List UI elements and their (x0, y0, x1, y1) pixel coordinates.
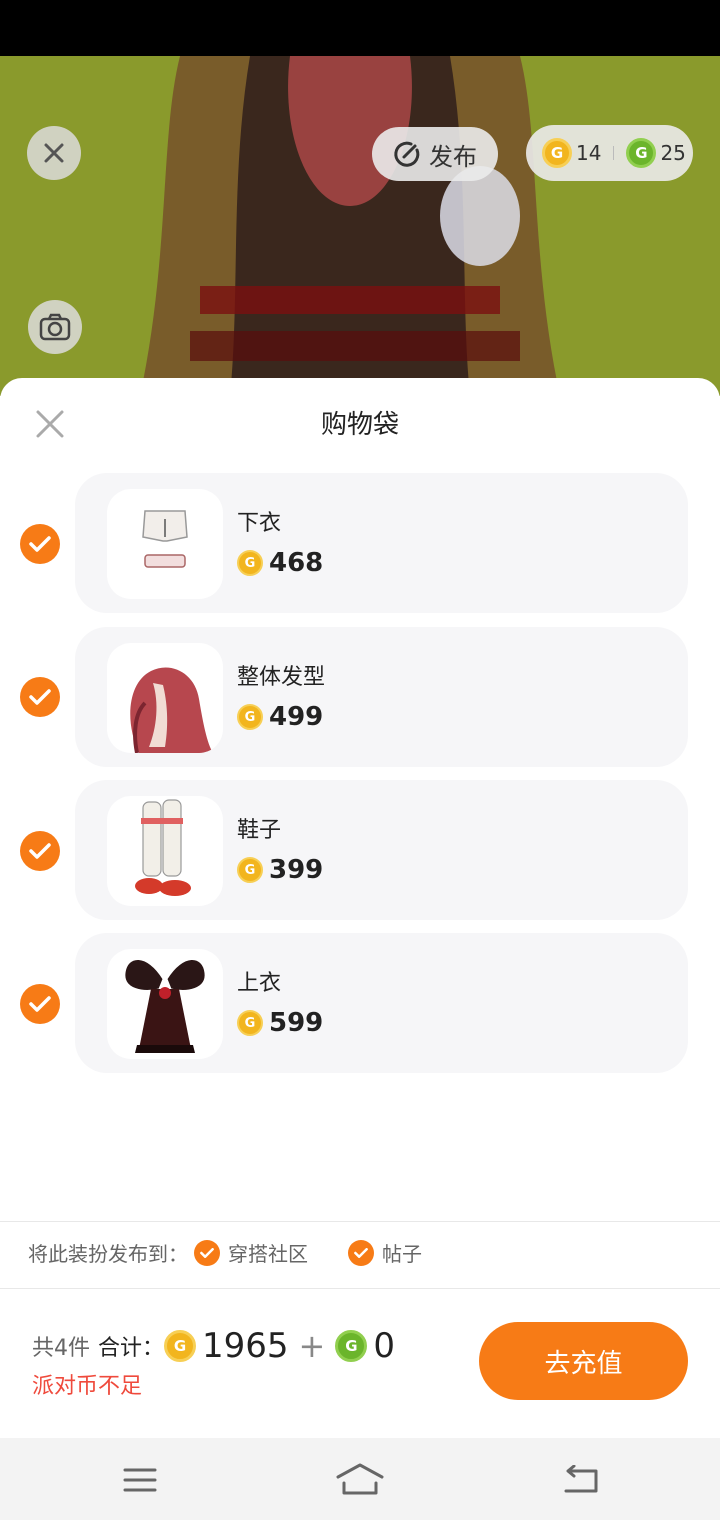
gold-balance: 14 (576, 141, 602, 165)
sheet-title: 购物袋 (320, 410, 399, 440)
cart-item[interactable]: 鞋子 G 399 (75, 780, 688, 920)
item-name: 下衣 (237, 511, 282, 536)
close-icon (44, 143, 64, 163)
item-name: 整体发型 (237, 665, 326, 690)
post-checkbox[interactable] (348, 1239, 374, 1266)
gold-total: 1965 (202, 1326, 289, 1366)
item-count: 共4件 (32, 1336, 90, 1361)
status-bar (0, 0, 720, 56)
check-icon (29, 536, 51, 552)
publish-label: 发布 (429, 142, 477, 171)
back-nav-button[interactable] (556, 1460, 604, 1500)
item-thumbnail (107, 489, 223, 599)
community-option-label[interactable]: 穿搭社区 (228, 1238, 308, 1267)
post-option-label[interactable]: 帖子 (382, 1238, 422, 1267)
avatar-figure (140, 56, 560, 396)
item-price: G 399 (237, 855, 323, 885)
home-nav-button[interactable] (336, 1460, 384, 1500)
item-checkbox[interactable] (20, 524, 60, 564)
total-label: 合计： (98, 1336, 165, 1361)
back-icon (564, 1465, 598, 1493)
gold-coin-icon: G (237, 857, 263, 883)
item-price-value: 599 (269, 1008, 324, 1038)
cart-item[interactable]: 下衣 G 468 (75, 473, 688, 613)
item-price: G 468 (237, 548, 323, 578)
green-balance: 25 (660, 141, 686, 165)
green-coin-icon: G (335, 1330, 368, 1362)
camera-button[interactable] (28, 300, 82, 354)
publish-to-row: 将此装扮发布到： 穿搭社区 帖子 (28, 1238, 422, 1267)
item-checkbox[interactable] (20, 831, 60, 871)
gold-coin-icon: G (237, 704, 263, 730)
green-total: 0 (373, 1326, 395, 1366)
bottoms-image (142, 510, 188, 568)
publish-icon (394, 141, 420, 167)
system-nav-bar (0, 1438, 720, 1520)
divider (0, 1288, 720, 1289)
recharge-button[interactable]: 去充值 (479, 1322, 688, 1400)
avatar-preview (0, 56, 720, 396)
menu-nav-button[interactable] (116, 1460, 164, 1500)
item-name: 上衣 (237, 971, 282, 996)
publish-button[interactable]: 发布 (372, 127, 498, 181)
check-icon (200, 1247, 214, 1258)
close-preview-button[interactable] (27, 126, 81, 180)
hair-image (130, 667, 213, 753)
balance-pill[interactable]: G 14 G 25 (526, 125, 693, 181)
green-coin-icon: G (626, 138, 657, 168)
order-summary: 共4件 合计： G 1965 + G 0 派对币不足 (32, 1326, 401, 1400)
camera-icon (39, 313, 71, 341)
item-price-value: 399 (269, 855, 324, 885)
publish-to-label: 将此装扮发布到： (28, 1242, 188, 1266)
gold-coin-icon: G (164, 1330, 197, 1362)
item-price: G 599 (237, 1008, 323, 1038)
item-price-value: 468 (269, 548, 324, 578)
top-image (124, 959, 206, 1053)
community-checkbox[interactable] (194, 1239, 220, 1266)
check-icon (29, 689, 51, 705)
item-checkbox[interactable] (20, 677, 60, 717)
item-name: 鞋子 (237, 818, 282, 843)
total-line: 共4件 合计： G 1965 + G 0 (32, 1326, 401, 1366)
item-price-value: 499 (269, 702, 324, 732)
insufficient-warning: 派对币不足 (32, 1374, 143, 1399)
gold-coin-icon: G (542, 138, 572, 168)
item-thumbnail (107, 643, 223, 753)
menu-icon (123, 1468, 157, 1492)
gold-coin-icon: G (237, 550, 263, 576)
check-icon (29, 843, 51, 859)
check-icon (354, 1247, 368, 1258)
item-checkbox[interactable] (20, 984, 60, 1024)
cart-item[interactable]: 整体发型 G 499 (75, 627, 688, 767)
home-icon (336, 1463, 384, 1495)
gold-coin-icon: G (237, 1010, 263, 1036)
divider (0, 1221, 720, 1222)
check-icon (29, 996, 51, 1012)
item-thumbnail (107, 949, 223, 1059)
plus-sign: + (298, 1327, 326, 1365)
item-price: G 499 (237, 702, 323, 732)
item-thumbnail (107, 796, 223, 906)
cart-item[interactable]: 上衣 G 599 (75, 933, 688, 1073)
balance-divider (613, 146, 615, 160)
shoes-image (135, 799, 191, 896)
